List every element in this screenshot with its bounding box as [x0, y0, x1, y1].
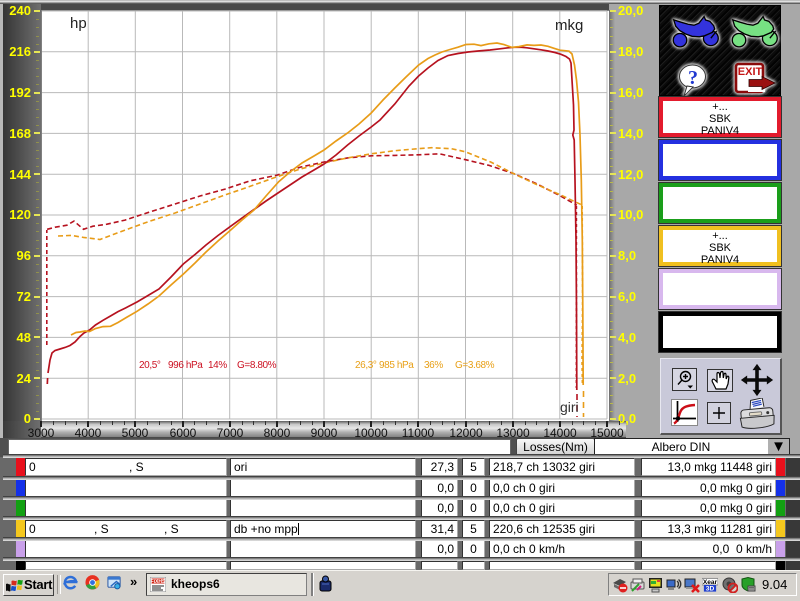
svg-text:3D: 3D: [706, 586, 715, 593]
svg-text:?: ?: [688, 67, 698, 89]
svg-text:EXIT: EXIT: [738, 66, 763, 78]
svg-text:FiXHS: FiXHS: [151, 579, 166, 585]
